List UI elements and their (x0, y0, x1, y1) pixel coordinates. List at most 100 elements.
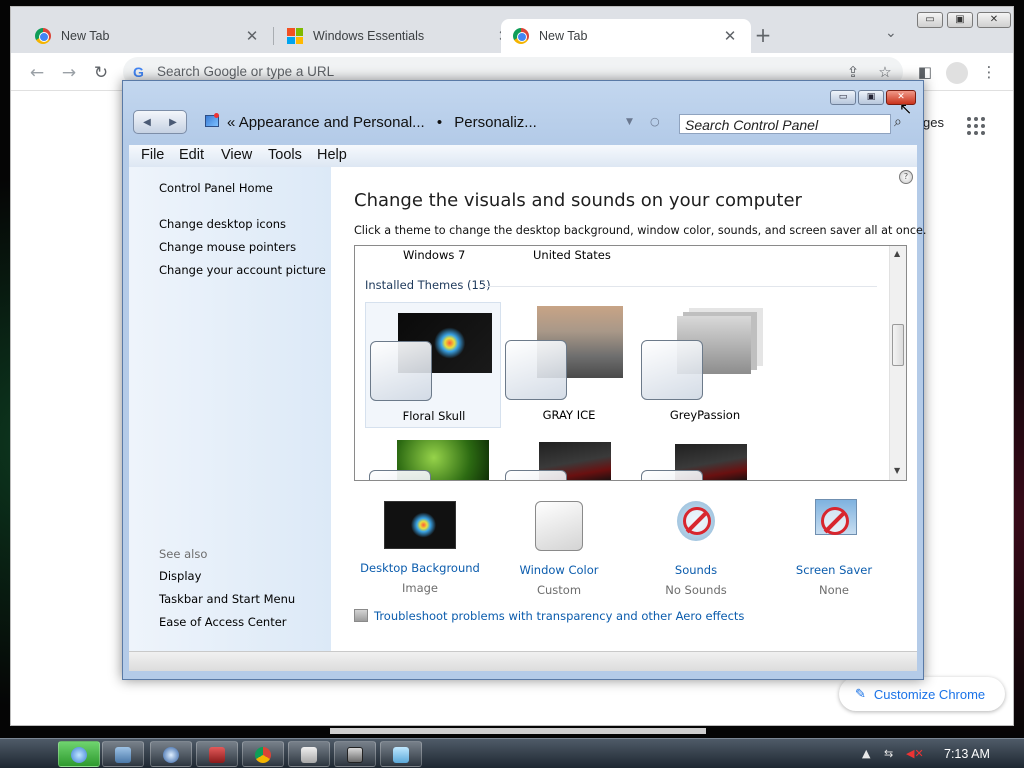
theme-row2-3[interactable] (637, 432, 773, 480)
tab-separator (273, 27, 274, 45)
screen-saver-setting[interactable]: Screen Saver None (769, 497, 899, 597)
back-arrow-icon[interactable]: ← (27, 63, 47, 83)
side-panel-icon[interactable]: ◧ (915, 63, 935, 81)
taskbar-button-1[interactable] (58, 741, 100, 767)
refresh-icon[interactable]: ○ (650, 115, 660, 128)
window-preview-icon (641, 340, 703, 400)
breadcrumb-prefix[interactable]: « (227, 114, 235, 131)
scroll-up-icon[interactable]: ▲ (894, 249, 900, 258)
taskbar-start-menu-link[interactable]: Taskbar and Start Menu (159, 592, 295, 606)
see-also-heading: See also (159, 547, 208, 561)
tray-expand-icon[interactable]: ▲ (862, 747, 870, 760)
close-icon[interactable]: ✕ (977, 12, 1011, 28)
window-preview-icon (505, 470, 567, 480)
breadcrumb-separator: • (436, 114, 443, 131)
minimize-icon[interactable]: ▭ (917, 12, 943, 28)
maximize-icon[interactable]: ▣ (858, 90, 884, 105)
monitor-icon (347, 747, 363, 763)
taskbar-button-6[interactable] (288, 741, 330, 767)
kebab-menu-icon[interactable]: ⋮ (979, 63, 999, 81)
taskbar-button-2[interactable] (102, 741, 144, 767)
back-forward-buttons[interactable]: ◀ ▶ (133, 110, 187, 134)
chevron-down-icon[interactable]: ⌄ (885, 25, 897, 41)
taskbar-button-8[interactable] (380, 741, 422, 767)
screen-saver-link[interactable]: Screen Saver (769, 563, 899, 577)
apps-grid-icon[interactable] (967, 117, 985, 135)
minimize-icon[interactable]: ▭ (830, 90, 856, 105)
theme-name: Floral Skull (402, 409, 466, 423)
search-control-panel-input[interactable]: Search Control Panel ⌕ (679, 114, 902, 134)
sounds-setting[interactable]: Sounds No Sounds (631, 497, 761, 597)
tab-windows-essentials[interactable]: Windows Essentials ✕ (275, 19, 525, 53)
taskbar-button-3[interactable] (150, 741, 192, 767)
window-color-value: Custom (536, 583, 582, 597)
sounds-link[interactable]: Sounds (631, 563, 761, 577)
desktop-background-icon (384, 501, 456, 549)
profile-avatar[interactable] (946, 62, 968, 84)
chrome-tabstrip: New Tab ✕ Windows Essentials ✕ New Tab ✕… (11, 7, 1013, 53)
horizontal-scrollbar[interactable] (330, 728, 706, 734)
ease-of-access-link[interactable]: Ease of Access Center (159, 615, 287, 629)
reload-icon[interactable]: ↻ (91, 63, 111, 83)
menu-view[interactable]: View (221, 147, 252, 163)
tab-new-tab-active[interactable]: New Tab ✕ (501, 19, 751, 53)
taskbar-button-4[interactable] (196, 741, 238, 767)
control-panel-home-link[interactable]: Control Panel Home (159, 181, 273, 195)
window-preview-icon (505, 340, 567, 400)
menu-help[interactable]: Help (317, 147, 347, 163)
breadcrumb-personalization[interactable]: Personaliz... (454, 114, 537, 131)
scroll-thumb[interactable] (892, 324, 904, 366)
search-icon[interactable]: ⌕ (894, 114, 902, 130)
display-link[interactable]: Display (159, 569, 201, 583)
theme-label-united-states[interactable]: United States (533, 248, 611, 262)
close-icon[interactable]: ✕ (243, 27, 261, 45)
customize-chrome-button[interactable]: ✎ Customize Chrome (839, 677, 1005, 711)
maximize-icon[interactable]: ▣ (947, 12, 973, 28)
change-mouse-pointers-link[interactable]: Change mouse pointers (159, 240, 296, 254)
share-icon[interactable]: ⇪ (843, 63, 863, 81)
cp-body: Control Panel Home Change desktop icons … (129, 167, 926, 651)
scroll-down-icon[interactable]: ▼ (894, 466, 900, 475)
close-icon[interactable]: ✕ (721, 27, 739, 45)
help-icon[interactable]: ? (899, 170, 913, 184)
back-arrow-icon[interactable]: ◀ (143, 117, 151, 128)
change-desktop-icons-link[interactable]: Change desktop icons (159, 217, 286, 231)
theme-list-scrollbar[interactable]: ▲ ▼ (889, 246, 906, 480)
breadcrumb-appearance[interactable]: Appearance and Personal... (239, 114, 425, 131)
menu-file[interactable]: File (141, 147, 164, 163)
images-link-partial[interactable]: ges (923, 115, 944, 130)
windows-icon (287, 28, 303, 44)
tab-new-tab-1[interactable]: New Tab ✕ (23, 19, 273, 53)
theme-row2-1[interactable] (365, 432, 501, 480)
chrome-icon (513, 28, 529, 44)
window-preview-icon (641, 470, 703, 480)
network-icon[interactable]: ⇆ (884, 747, 893, 760)
taskbar-button-7[interactable] (334, 741, 376, 767)
desktop-background-setting[interactable]: Desktop Background Image (355, 497, 485, 595)
theme-floral-skull[interactable]: Floral Skull (365, 302, 501, 428)
taskbar-clock[interactable]: 7:13 AM (944, 747, 990, 761)
volume-muted-icon[interactable]: ◀✕ (906, 747, 924, 760)
star-icon[interactable]: ☆ (875, 63, 895, 81)
forward-arrow-icon[interactable]: → (59, 63, 79, 83)
theme-row2-2[interactable] (501, 432, 637, 480)
personalize-icon (393, 747, 409, 763)
forward-arrow-icon[interactable]: ▶ (169, 117, 177, 128)
theme-gray-ice[interactable]: GRAY ICE (501, 302, 637, 428)
taskbar-button-chrome[interactable] (242, 741, 284, 767)
task-pane: Control Panel Home Change desktop icons … (129, 167, 331, 651)
chevron-down-icon[interactable]: ▼ (626, 117, 633, 127)
window-color-setting[interactable]: Window Color Custom (494, 497, 624, 597)
theme-greypassion[interactable]: GreyPassion (637, 302, 773, 428)
desktop-background-link[interactable]: Desktop Background (355, 561, 485, 575)
change-account-picture-link[interactable]: Change your account picture (159, 263, 326, 277)
theme-label-windows7[interactable]: Windows 7 (403, 248, 465, 262)
troubleshoot-icon (354, 609, 368, 622)
new-tab-plus-icon[interactable]: + (751, 23, 775, 47)
menu-edit[interactable]: Edit (179, 147, 204, 163)
window-color-link[interactable]: Window Color (494, 563, 624, 577)
troubleshoot-aero-link[interactable]: Troubleshoot problems with transparency … (354, 609, 744, 623)
screen-saver-value: None (818, 583, 849, 597)
menu-tools[interactable]: Tools (268, 147, 302, 163)
divider (483, 286, 877, 287)
